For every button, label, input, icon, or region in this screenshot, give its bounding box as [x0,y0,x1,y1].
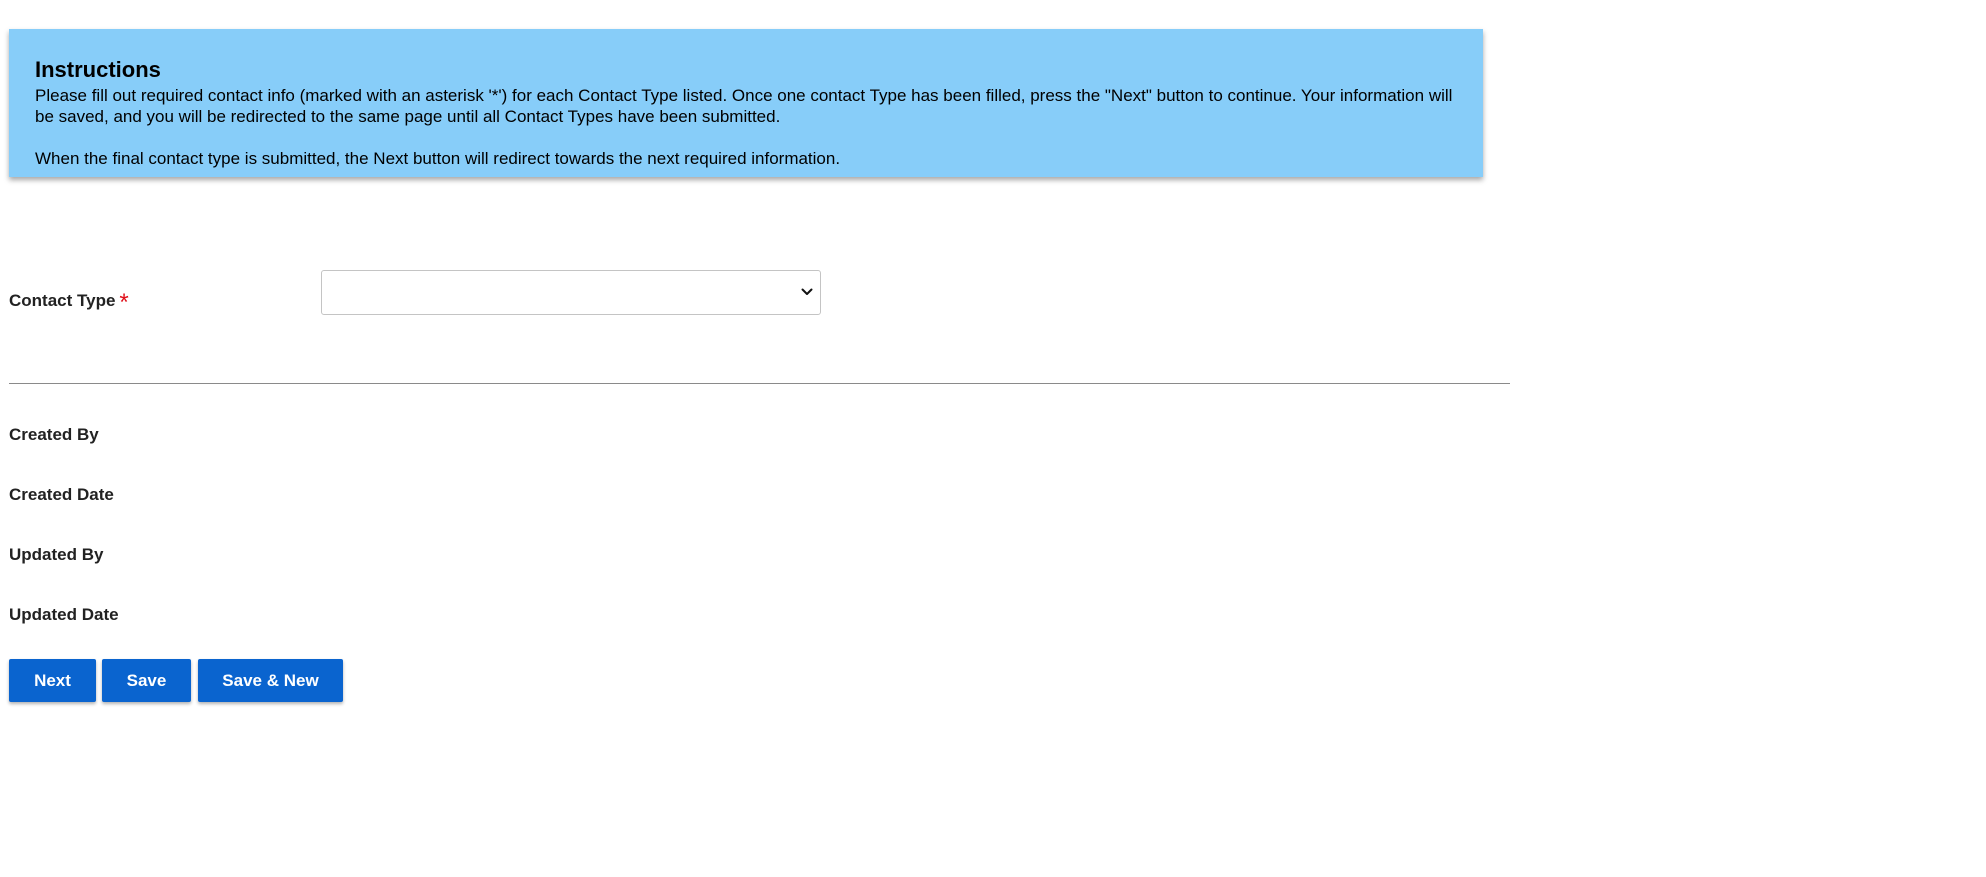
save-and-new-button[interactable]: Save & New [198,659,343,702]
contact-type-label: Contact Type * [9,285,129,316]
instructions-text: Please fill out required contact info (m… [35,86,1453,126]
contact-type-select[interactable] [321,270,821,315]
instructions-final-note: When the final contact type is submitted… [35,149,841,168]
section-divider [9,383,1510,384]
chevron-down-icon [801,288,813,295]
page: Instructions Please fill out required co… [0,0,1986,877]
required-marker: * [119,289,129,316]
updated-date-label: Updated Date [9,605,119,624]
instructions-panel: Instructions Please fill out required co… [9,29,1483,177]
updated-by-label: Updated By [9,545,104,564]
contact-type-label-text: Contact Type [9,291,116,310]
created-date-label: Created Date [9,485,114,504]
contact-type-row: Contact Type * [9,270,909,316]
instructions-title: Instructions [35,57,161,82]
next-button[interactable]: Next [9,659,96,702]
save-button[interactable]: Save [102,659,191,702]
created-by-label: Created By [9,425,99,444]
